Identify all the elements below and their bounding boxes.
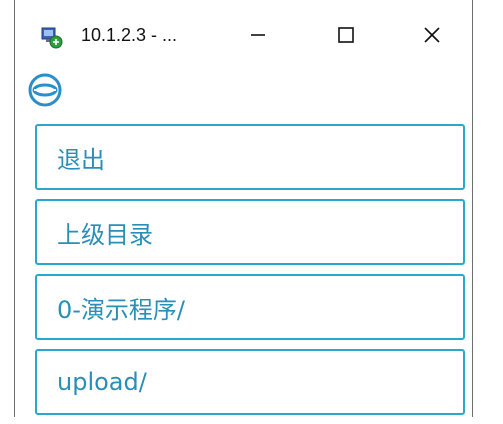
remote-desktop-icon <box>41 27 63 49</box>
desktop-area <box>473 0 503 417</box>
title-bar[interactable]: 10.1.2.3 - ... <box>15 8 472 68</box>
file-list: 退出 上级目录 0-演示程序/ upload/ <box>35 124 465 424</box>
close-icon <box>423 26 441 49</box>
maximize-icon <box>337 26 355 49</box>
minimize-button[interactable] <box>235 16 281 58</box>
list-item-exit[interactable]: 退出 <box>35 124 465 190</box>
list-item-label: 退出 <box>57 145 105 174</box>
list-item-parent-directory[interactable]: 上级目录 <box>35 199 465 265</box>
list-item-label: upload/ <box>57 368 147 396</box>
minimize-icon <box>249 26 267 49</box>
list-item-demo-folder[interactable]: 0-演示程序/ <box>35 274 465 340</box>
close-button[interactable] <box>409 16 455 58</box>
maximize-button[interactable] <box>323 16 369 58</box>
list-item-upload-folder[interactable]: upload/ <box>35 349 465 415</box>
app-logo-icon[interactable] <box>27 72 63 108</box>
app-window: 10.1.2.3 - ... 退出 上级目录 0-演示程序/ upload/ <box>14 0 473 417</box>
window-title: 10.1.2.3 - ... <box>81 25 178 45</box>
list-item-label: 0-演示程序/ <box>57 295 186 324</box>
list-item-label: 上级目录 <box>57 220 153 249</box>
